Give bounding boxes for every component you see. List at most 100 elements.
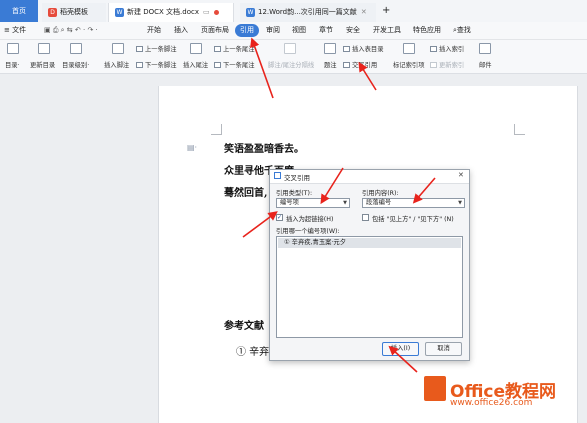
quick-access-icons[interactable]: ▣ ⎙ ⌕ ⇆ ↶ · ↷ · [44, 24, 98, 37]
ref-content-select[interactable]: 段落编号 ▼ [362, 198, 465, 208]
cross-reference-icon [343, 62, 350, 68]
ref-item-list[interactable]: ① 辛弃疾,青玉案·元夕 [276, 236, 463, 338]
menu-bar: ≡ 文件 ▣ ⎙ ⌕ ⇆ ↶ · ↷ · 开始 插入 页面布局 引用 审阅 视图… [0, 22, 587, 40]
caption-button[interactable]: 题注 [324, 60, 337, 69]
insert-footnote-button[interactable]: 插入脚注 [104, 60, 129, 69]
prev-footnote-label: 上一条脚注 [145, 46, 177, 53]
mail-button[interactable]: 邮件 [479, 60, 492, 69]
next-footnote-icon [136, 62, 143, 68]
ref-content-label: 引用内容(R): [362, 190, 399, 197]
ref-type-select[interactable]: 编号项 ▼ [276, 198, 350, 208]
tab-template[interactable]: D 稻壳模板 [42, 3, 106, 22]
search-menu[interactable]: ⌕查找 [453, 24, 471, 37]
insert-button[interactable]: 插入(I) [382, 342, 419, 356]
tab-template-label: 稻壳模板 [60, 8, 88, 16]
update-toc-button[interactable]: 更新目录 [30, 60, 55, 69]
update-index-button[interactable]: 更新索引 [430, 60, 464, 69]
insert-index-label: 插入索引 [439, 46, 465, 53]
next-footnote-label: 下一条脚注 [145, 62, 177, 69]
menu-start[interactable]: 开始 [147, 24, 161, 37]
next-endnote-label: 下一条尾注 [223, 62, 255, 69]
unsaved-dot-icon [213, 9, 219, 15]
margin-corner-mark [211, 124, 222, 135]
cross-reference-label: 交叉引用 [352, 62, 378, 69]
chevron-down-icon: ▼ [343, 200, 347, 206]
file-menu-label: 文件 [12, 26, 27, 34]
ref-type-value: 编号项 [280, 199, 299, 206]
ribbon-toolbar: 目录· 更新目录 目录级别· 插入脚注 上一条脚注 下一条脚注 插入尾注 上一条… [0, 40, 587, 74]
menu-review[interactable]: 审阅 [266, 24, 280, 37]
chevron-down-icon: ▼ [458, 200, 462, 206]
hamburger-icon: ≡ [4, 26, 13, 34]
menu-special[interactable]: 特色应用 [413, 24, 441, 37]
tab-bar: 首页 D 稻壳模板 W 新建 DOCX 文档.docx ▭ W 12.Word韵...次… [0, 0, 587, 23]
toc-icon [7, 43, 19, 54]
cross-reference-dialog: 交叉引用 ✕ 引用类型(T): 编号项 ▼ 引用内容(R): 段落编号 ▼ ✓ 插入… [269, 169, 470, 361]
menu-view[interactable]: 视图 [292, 24, 306, 37]
next-endnote-button[interactable]: 下一条尾注 [214, 60, 254, 69]
prev-endnote-button[interactable]: 上一条尾注 [214, 44, 254, 53]
update-toc-icon [38, 43, 50, 54]
list-item[interactable]: ① 辛弃疾,青玉案·元夕 [278, 238, 461, 248]
prev-endnote-label: 上一条尾注 [223, 46, 255, 53]
tab-home[interactable]: 首页 [0, 0, 38, 22]
cancel-button[interactable]: 取消 [425, 342, 462, 356]
hyperlink-checkbox[interactable]: ✓ [276, 214, 283, 221]
update-index-label: 更新索引 [439, 62, 465, 69]
office-logo-icon [424, 376, 446, 401]
paragraph-handle-icon[interactable]: ▤· [187, 143, 197, 152]
mark-index-icon [403, 43, 415, 54]
tab-document-2-label: 12.Word韵...次引用同一篇文献 [258, 8, 357, 16]
above-below-checkbox[interactable] [362, 214, 369, 221]
cross-reference-button[interactable]: 交叉引用 [343, 60, 377, 69]
dialog-app-icon [274, 172, 281, 179]
ref-content-value: 段落编号 [366, 199, 392, 206]
ref-list-label: 引用哪一个编号项(W): [276, 228, 340, 235]
insert-index-button[interactable]: 插入索引 [430, 44, 464, 53]
menu-security[interactable]: 安全 [346, 24, 360, 37]
close-icon[interactable]: ✕ [361, 8, 367, 16]
insert-table-toc-button[interactable]: 插入表目录 [343, 44, 383, 53]
doc-line-3: 蓦然回首, [224, 188, 268, 199]
note-separator-icon [284, 43, 296, 54]
toc-level-icon [70, 43, 82, 54]
insert-index-icon [430, 46, 437, 52]
table-toc-icon [343, 46, 350, 52]
menu-references[interactable]: 引用 [235, 24, 259, 37]
endnote-icon [190, 43, 202, 54]
word-doc-icon: W [115, 7, 124, 17]
prev-footnote-icon [136, 46, 143, 52]
footnote-icon [112, 43, 124, 54]
tab-document[interactable]: W 新建 DOCX 文档.docx ▭ [108, 3, 234, 22]
tab-document-2[interactable]: W 12.Word韵...次引用同一篇文献 ✕ [240, 3, 376, 22]
reference-item: ① 辛弃 [236, 347, 270, 358]
toc-button[interactable]: 目录· [5, 60, 20, 69]
references-heading: 参考文献 [224, 321, 264, 332]
menu-developer[interactable]: 开发工具 [373, 24, 401, 37]
next-footnote-button[interactable]: 下一条脚注 [136, 60, 176, 69]
toc-level-button[interactable]: 目录级别· [62, 60, 89, 69]
caption-icon [324, 43, 336, 54]
close-icon[interactable]: ✕ [458, 171, 464, 179]
hyperlink-label: 插入为超链接(H) [286, 216, 334, 223]
prev-endnote-icon [214, 46, 221, 52]
daoke-icon: D [48, 7, 57, 17]
insert-endnote-button[interactable]: 插入尾注 [183, 60, 208, 69]
next-endnote-icon [214, 62, 221, 68]
update-index-icon [430, 62, 437, 68]
tab-monitor-icon: ▭ [202, 8, 210, 16]
menu-page-layout[interactable]: 页面布局 [201, 24, 229, 37]
note-separator-button[interactable]: 脚注/尾注分隔线 [268, 60, 314, 69]
above-below-label: 包括 "见上方" / "见下方" (N) [372, 216, 454, 223]
file-menu[interactable]: ≡ 文件 [4, 24, 26, 37]
ref-type-label: 引用类型(T): [276, 190, 313, 197]
menu-insert[interactable]: 插入 [174, 24, 188, 37]
tab-document-label: 新建 DOCX 文档.docx [127, 8, 199, 16]
new-tab-icon[interactable]: + [376, 1, 396, 20]
search-label: 查找 [456, 26, 471, 34]
mark-index-button[interactable]: 标记索引项 [393, 60, 424, 69]
menu-chapter[interactable]: 章节 [319, 24, 333, 37]
doc-line-1: 笑语盈盈暗香去。 [224, 144, 304, 155]
prev-footnote-button[interactable]: 上一条脚注 [136, 44, 176, 53]
mail-icon [479, 43, 491, 54]
